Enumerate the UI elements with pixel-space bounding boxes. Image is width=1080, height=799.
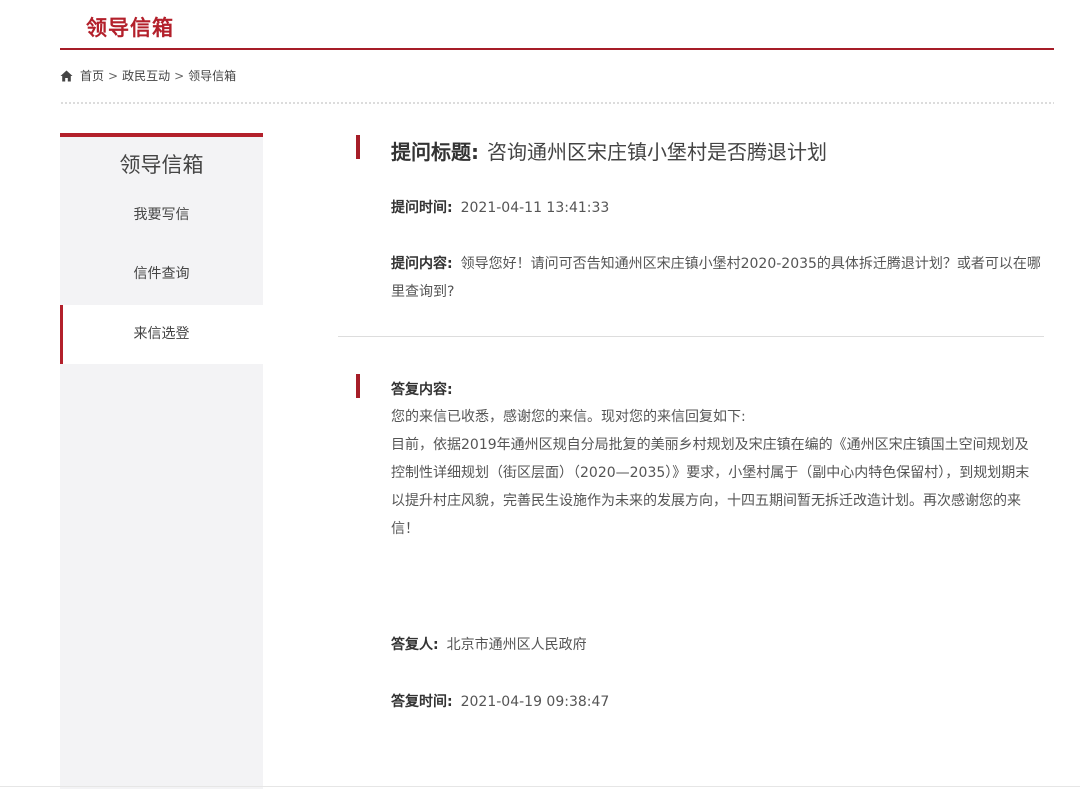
question-content: 提问内容: 领导您好！请问可否告知通州区宋庄镇小堡村2020-2035的具体拆迁腾… bbox=[391, 250, 1049, 306]
question-title-label: 提问标题: bbox=[391, 140, 479, 164]
reply-content: 您的来信已收悉，感谢您的来信。现对您的来信回复如下: 目前，依据2019年通州区… bbox=[391, 403, 1031, 543]
breadcrumb-separator: > bbox=[108, 68, 119, 83]
sidebar-item-write-letter[interactable]: 我要写信 bbox=[60, 186, 263, 245]
sidebar-accent-bar bbox=[60, 133, 263, 137]
reply-by: 答复人: 北京市通州区人民政府 bbox=[391, 634, 587, 654]
reply-paragraph: 您的来信已收悉，感谢您的来信。现对您的来信回复如下: bbox=[391, 409, 746, 425]
breadcrumb-home-link[interactable]: 首页 bbox=[80, 67, 104, 84]
title-divider bbox=[60, 48, 1054, 50]
dotted-divider bbox=[60, 101, 1054, 106]
sidebar: 领导信箱 我要写信 信件查询 来信选登 bbox=[60, 133, 263, 789]
sidebar-heading: 领导信箱 bbox=[119, 153, 204, 177]
sidebar-item-selected-letters[interactable]: 来信选登 bbox=[60, 305, 263, 364]
home-icon bbox=[60, 70, 73, 81]
question-accent-bar bbox=[356, 135, 360, 159]
sidebar-item-letter-search[interactable]: 信件查询 bbox=[60, 245, 263, 304]
question-content-text: 领导您好！请问可否告知通州区宋庄镇小堡村2020-2035的具体拆迁腾退计划？或… bbox=[391, 256, 1041, 300]
reply-time: 答复时间: 2021-04-19 09:38:47 bbox=[391, 691, 609, 711]
reply-content-label: 答复内容: bbox=[391, 382, 453, 398]
question-time: 提问时间: 2021-04-11 13:41:33 bbox=[391, 197, 609, 217]
reply-time-value: 2021-04-19 09:38:47 bbox=[460, 694, 610, 710]
question-title-text: 咨询通州区宋庄镇小堡村是否腾退计划 bbox=[487, 140, 827, 164]
breadcrumb: 首页 > 政民互动 > 领导信箱 bbox=[60, 67, 236, 84]
breadcrumb-separator: > bbox=[174, 68, 185, 83]
reply-time-label: 答复时间: bbox=[391, 694, 453, 710]
reply-paragraph: 目前，依据2019年通州区规自分局批复的美丽乡村规划及宋庄镇在编的《通州区宋庄镇… bbox=[391, 437, 1030, 537]
page-title: 领导信箱 bbox=[86, 16, 174, 40]
breadcrumb-mailbox-link[interactable]: 领导信箱 bbox=[188, 67, 236, 84]
reply-by-label: 答复人: bbox=[391, 637, 439, 653]
breadcrumb-interaction-link[interactable]: 政民互动 bbox=[122, 67, 170, 84]
bottom-divider bbox=[0, 786, 1080, 787]
page: 领导信箱 首页 > 政民互动 > 领导信箱 领导信箱 我要写信 信件查询 来信选… bbox=[0, 0, 1080, 799]
reply-accent-bar bbox=[356, 374, 360, 398]
section-divider bbox=[338, 336, 1044, 337]
question-content-label: 提问内容: bbox=[391, 256, 453, 272]
question-title: 提问标题: 咨询通州区宋庄镇小堡村是否腾退计划 bbox=[391, 136, 827, 165]
reply-by-value: 北京市通州区人民政府 bbox=[446, 637, 587, 653]
question-time-label: 提问时间: bbox=[391, 200, 453, 216]
question-time-value: 2021-04-11 13:41:33 bbox=[460, 200, 610, 216]
